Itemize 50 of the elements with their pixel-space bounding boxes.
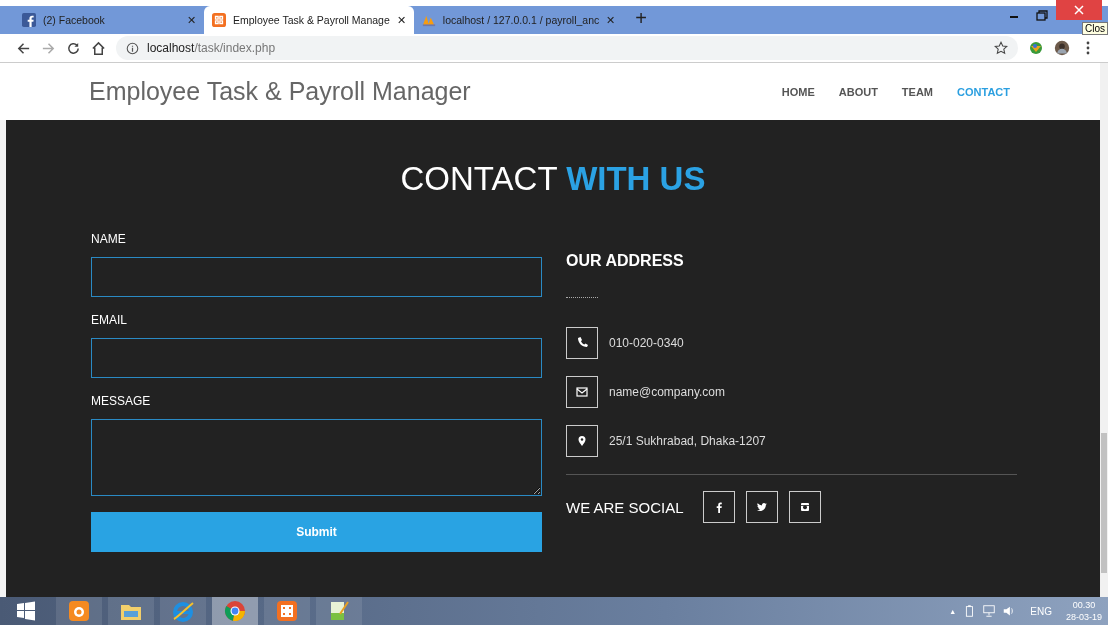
home-icon[interactable] (91, 40, 106, 56)
star-icon[interactable] (994, 41, 1008, 55)
browser-tab[interactable]: (2) Facebook ✕ (14, 6, 204, 34)
field-label: EMAIL (91, 313, 128, 327)
contact-text: 25/1 Sukhrabad, Dhaka-1207 (609, 434, 766, 448)
close-tab-icon[interactable]: ✕ (606, 13, 616, 27)
site-title: Employee Task & Payroll Manager (89, 77, 472, 106)
close-tab-icon[interactable]: ✕ (396, 13, 406, 27)
clock-date: 28-03-19 (1065, 611, 1102, 623)
social-button[interactable] (745, 491, 778, 523)
close-tab-icon[interactable]: ✕ (187, 13, 196, 27)
contact-text: 010-020-0340 (609, 336, 684, 350)
input-field[interactable] (91, 257, 542, 297)
facebook-icon (22, 13, 36, 27)
social-label: WE ARE SOCIAL (566, 498, 684, 516)
folder-app-icon[interactable] (108, 597, 154, 625)
message-field[interactable] (91, 419, 542, 496)
scrollbar[interactable] (1100, 63, 1108, 597)
extension-icon[interactable] (1028, 40, 1044, 56)
field-label: MESSAGE (91, 394, 152, 408)
nav-link[interactable]: CONTACT (957, 85, 1010, 98)
clock-time: 00.30 (1072, 599, 1096, 611)
contact-text: name@company.com (609, 385, 725, 399)
address-heading: OUR ADDRESS (566, 252, 685, 270)
new-tab-button[interactable]: + (635, 7, 647, 30)
browser-tab[interactable]: localhost / 127.0.0.1 / payroll_anc ✕ (413, 6, 624, 34)
tooltip: Clos (1082, 22, 1108, 35)
sail-icon (421, 13, 436, 27)
camera-icon (798, 501, 811, 513)
notepad-app-icon[interactable] (316, 597, 362, 625)
browser-tab[interactable]: Employee Task & Payroll Manage ✕ (204, 6, 414, 34)
windows-start-icon[interactable] (16, 601, 36, 621)
chrome-app-icon[interactable] (212, 597, 258, 625)
phone-icon (566, 327, 598, 359)
nav-link[interactable]: TEAM (901, 85, 934, 98)
reload-icon[interactable] (66, 40, 81, 56)
info-icon (126, 41, 139, 55)
address-bar[interactable]: localhost/task/index.php (116, 36, 1018, 60)
social-button[interactable] (788, 491, 821, 523)
nav-link[interactable]: ABOUT (838, 85, 878, 98)
input-field[interactable] (91, 338, 542, 378)
bird-icon (755, 501, 768, 513)
avatar-icon[interactable] (1054, 40, 1070, 56)
field-label: NAME (91, 232, 127, 246)
location-pin-icon (566, 425, 598, 457)
envelope-icon (566, 376, 598, 408)
url-text: localhost/task/index.php (147, 41, 276, 55)
nav-link[interactable]: HOME (781, 85, 815, 98)
social-button[interactable] (702, 491, 735, 523)
section-heading: CONTACT WITH US (399, 160, 707, 198)
